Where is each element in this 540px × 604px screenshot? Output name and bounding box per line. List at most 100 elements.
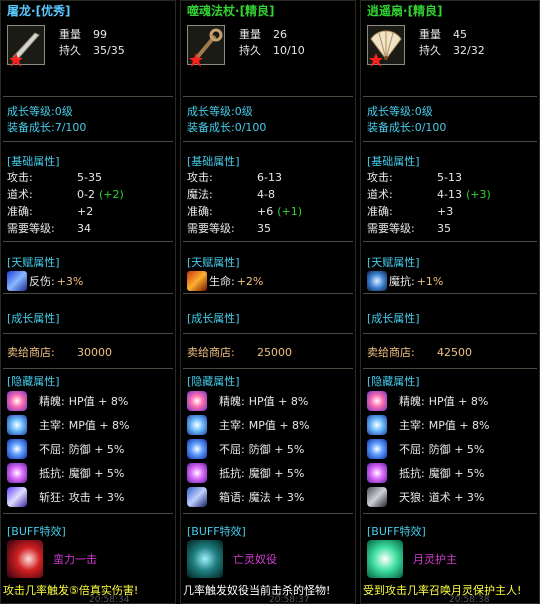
star-icon xyxy=(189,53,203,67)
attribute-value: 35 xyxy=(257,222,271,235)
attribute-value: 5-35 xyxy=(77,171,102,184)
item-name: 屠龙 xyxy=(7,4,32,18)
hidden-title: [隐藏属性] xyxy=(187,375,240,388)
hidden-attribute-value: 魔法 + 3% xyxy=(248,491,305,504)
talent-name: 反伤: xyxy=(29,275,55,288)
hidden-attribute-row: 抵抗: 魔御 + 5% xyxy=(367,461,490,485)
sell-value: 42500 xyxy=(437,346,472,359)
talent-title: [天赋属性] xyxy=(187,256,240,269)
growth-attributes-title: [成长属性] xyxy=(187,312,240,325)
hidden-attribute-label: 主宰: xyxy=(399,419,425,432)
weight-label: 重量 xyxy=(239,28,261,41)
weight-line: 重量 45 xyxy=(419,27,485,43)
brute-strike-icon xyxy=(7,540,43,578)
attribute-label: 准确: xyxy=(187,205,213,218)
timestamp-overlay: 20:58:34 xyxy=(89,595,130,604)
hidden-attribute-value: HP值 + 8% xyxy=(68,395,129,408)
talent-row: 反伤: +3% xyxy=(7,270,83,292)
growth-level: 成长等级:0级 xyxy=(7,105,73,118)
talent-value: +2% xyxy=(236,274,264,288)
attribute-bonus: (+2) xyxy=(98,188,124,201)
section-divider xyxy=(183,96,353,97)
attribute-value: +6 xyxy=(257,205,274,218)
growth-level: 成长等级:0级 xyxy=(187,105,253,118)
hidden-attribute-label: 不屈: xyxy=(219,443,245,456)
base-attribute-row: 攻击: 5-13 xyxy=(367,169,491,186)
section-divider xyxy=(363,293,537,294)
slash-icon xyxy=(7,487,27,507)
section-divider xyxy=(3,333,173,334)
item-quality: ·[精良] xyxy=(403,4,443,18)
talent-section: [天赋属性] 魔抗: +1% xyxy=(367,254,443,292)
attribute-value: 0-2 xyxy=(77,188,95,201)
hidden-attribute-value: 防御 + 5% xyxy=(68,443,125,456)
buff-title: [BUFF特效] xyxy=(187,525,246,538)
attribute-value: +2 xyxy=(77,205,94,218)
hidden-attribute-label: 主宰: xyxy=(39,419,65,432)
hidden-attribute-label: 不屈: xyxy=(399,443,425,456)
hidden-attribute-label: 天狼: xyxy=(399,491,425,504)
hidden-title: [隐藏属性] xyxy=(367,375,420,388)
hidden-attribute-label: 精魄: xyxy=(219,395,245,408)
hidden-attribute-row: 精魄: HP值 + 8% xyxy=(7,389,130,413)
attribute-value: 6-13 xyxy=(257,171,282,184)
item-tooltip: 噬魂法杖·[精良] 重量 26 持久 10/10 成长等级:0级 装备成长:0/100 [基础… xyxy=(180,0,356,604)
base-attribute-row: 道术: 0-2 (+2) xyxy=(7,186,124,203)
durability-label: 持久 xyxy=(419,44,441,57)
attribute-label: 需要等级: xyxy=(7,222,55,235)
hidden-attribute-value: 防御 + 5% xyxy=(248,443,305,456)
item-title: 逍遥扇·[精良] xyxy=(361,1,539,21)
durability-value: 10/10 xyxy=(273,44,305,57)
section-divider xyxy=(3,141,173,142)
attribute-label: 攻击: xyxy=(7,171,33,184)
durability-line: 持久 10/10 xyxy=(239,43,305,59)
hidden-attribute-value: 魔御 + 5% xyxy=(68,467,125,480)
hidden-attribute-row: 主宰: MP值 + 8% xyxy=(367,413,490,437)
attribute-label: 攻击: xyxy=(367,171,393,184)
buff-row: 蛮力一击 xyxy=(7,539,97,579)
hidden-attribute-row: 精魄: HP值 + 8% xyxy=(367,389,490,413)
buff-section: [BUFF特效] 亡灵奴役 xyxy=(187,523,277,579)
hidden-attribute-row: 主宰: MP值 + 8% xyxy=(7,413,130,437)
section-divider xyxy=(183,241,353,242)
attribute-value: 4-8 xyxy=(257,188,275,201)
attribute-value: 34 xyxy=(77,222,91,235)
hidden-attribute-value: MP值 + 8% xyxy=(248,419,310,432)
talent-section: [天赋属性] 反伤: +3% xyxy=(7,254,83,292)
talent-value: +3% xyxy=(56,274,84,288)
hidden-attribute-row: 箱语: 魔法 + 3% xyxy=(187,485,310,509)
item-tooltip: 屠龙·[优秀] 重量 99 持久 35/35 成长等级:0级 装备成长:7/100 [基础属性… xyxy=(0,0,176,604)
base-attributes: [基础属性] 攻击: 5-35 道术: 0-2 (+2) 准确: +2 需要等级: 34 xyxy=(7,154,124,237)
base-attribute-row: 需要等级: 35 xyxy=(367,220,491,237)
talent-name: 魔抗: xyxy=(389,275,415,288)
hidden-attribute-label: 主宰: xyxy=(219,419,245,432)
hidden-attribute-row: 抵抗: 魔御 + 5% xyxy=(7,461,130,485)
attribute-value: 5-13 xyxy=(437,171,462,184)
durability-label: 持久 xyxy=(239,44,261,57)
equip-growth: 装备成长:0/100 xyxy=(367,121,447,134)
talent-section: [天赋属性] 生命: +2% xyxy=(187,254,263,292)
item-header: 重量 45 持久 32/32 xyxy=(361,21,539,69)
base-title: [基础属性] xyxy=(187,155,240,168)
item-basic-stats: 重量 99 持久 35/35 xyxy=(59,27,125,59)
base-attributes: [基础属性] 攻击: 5-13 道术: 4-13 (+3) 准确: +3 需要等级: 35 xyxy=(367,154,491,237)
section-divider xyxy=(363,333,537,334)
hidden-attributes: [隐藏属性] 精魄: HP值 + 8% 主宰: MP值 + 8% 不屈: 防御 + 5% 抵抗… xyxy=(367,373,490,509)
unyielding-icon xyxy=(187,439,207,459)
section-divider xyxy=(183,333,353,334)
buff-name: 蛮力一击 xyxy=(53,553,97,566)
growth-section: 成长等级:0级 装备成长:0/100 xyxy=(367,104,446,136)
talent-title: [天赋属性] xyxy=(7,256,60,269)
resist-icon xyxy=(367,463,387,483)
talent-value: +1% xyxy=(416,274,444,288)
hidden-attribute-label: 斩狂: xyxy=(39,491,65,504)
hidden-attribute-row: 天狼: 道术 + 3% xyxy=(367,485,490,509)
section-divider xyxy=(183,293,353,294)
buff-row: 月灵护主 xyxy=(367,539,457,579)
hidden-attributes: [隐藏属性] 精魄: HP值 + 8% 主宰: MP值 + 8% 不屈: 防御 + 5% 抵抗… xyxy=(7,373,130,509)
base-attribute-row: 攻击: 5-35 xyxy=(7,169,124,186)
item-header: 重量 26 持久 10/10 xyxy=(181,21,355,69)
hidden-attribute-value: 防御 + 5% xyxy=(428,443,485,456)
hidden-attribute-value: MP值 + 8% xyxy=(428,419,490,432)
hidden-attribute-label: 精魄: xyxy=(39,395,65,408)
